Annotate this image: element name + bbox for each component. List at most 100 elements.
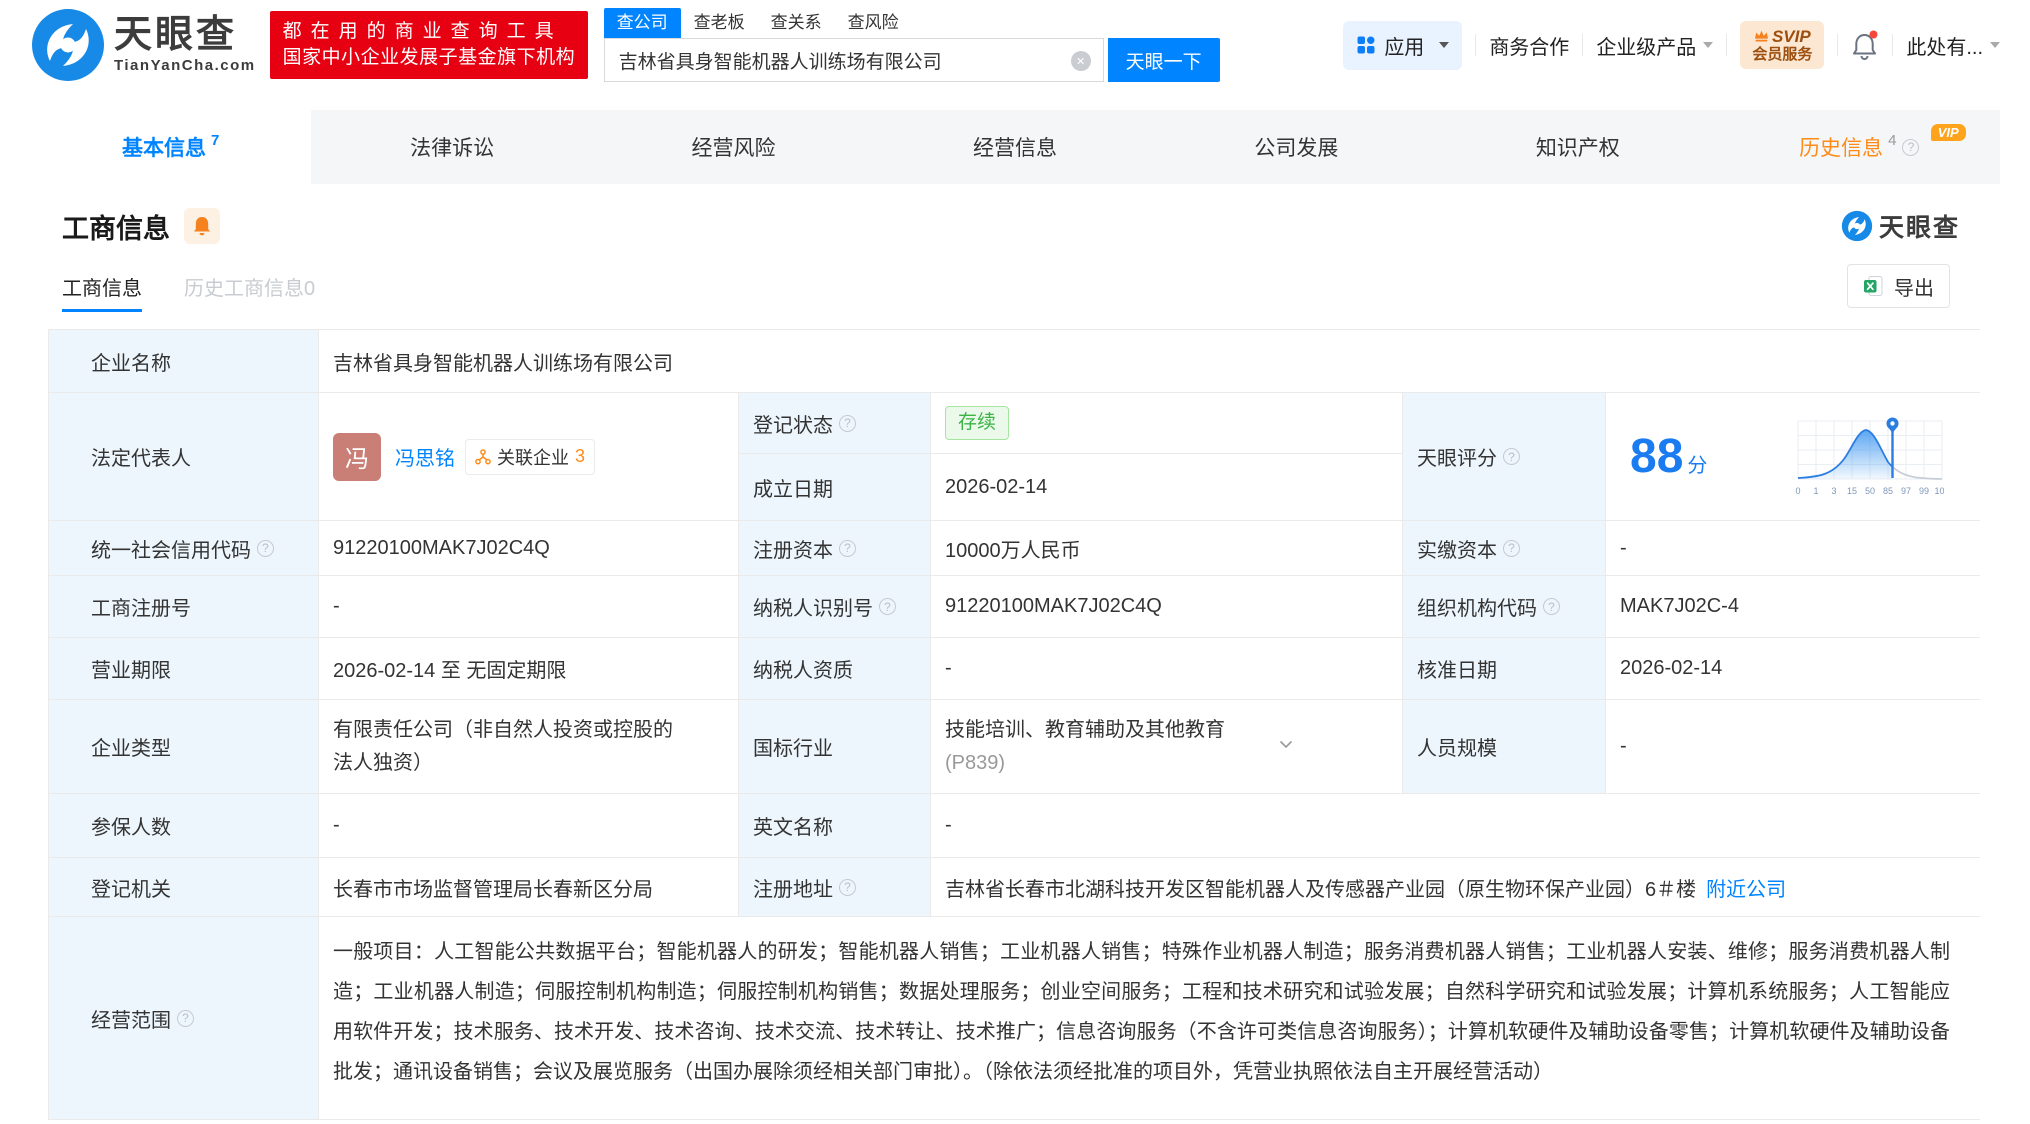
- promo-line2: 国家中小企业发展子基金旗下机构: [282, 47, 576, 68]
- company-page-tabs: 基本信息 7 法律诉讼 经营风险 经营信息 公司发展 知识产权 VIP 历史信息…: [30, 110, 2000, 184]
- subtabs-row: 工商信息 历史工商信息0 导出: [62, 264, 2000, 312]
- help-icon[interactable]: ?: [839, 539, 856, 557]
- value-registered-capital: 10000万人民币: [931, 521, 1403, 576]
- tianyancha-watermark: 天眼查: [1841, 208, 1960, 244]
- tab-label: 知识产权: [1535, 137, 1620, 160]
- label-staff-size: 人员规模: [1403, 700, 1606, 794]
- tab-label: 基本信息: [122, 137, 207, 160]
- label-business-scope: 经营范围 ?: [49, 917, 319, 1120]
- value-tianyan-score: 88 分 0 1 3 15 50 85 97 99 10: [1606, 393, 1980, 521]
- promo-banner: 都在用的商业查询工具 国家中小企业发展子基金旗下机构: [269, 11, 588, 79]
- score-number: 88: [1630, 429, 1684, 483]
- brand-domain: TianYanCha.com: [114, 57, 256, 74]
- label-english-name: 英文名称: [739, 794, 931, 858]
- tab-count: 4: [1888, 131, 1897, 149]
- search-tab-relation[interactable]: 查关系: [758, 8, 835, 38]
- business-info-table: 企业名称 吉林省具身智能机器人训练场有限公司 法定代表人 冯 冯思铭 关联企业 …: [48, 329, 1980, 1120]
- tab-label: 经营风险: [691, 137, 776, 160]
- help-icon[interactable]: ?: [1543, 598, 1560, 615]
- help-icon[interactable]: ?: [879, 598, 896, 615]
- tab-label: 法律诉讼: [410, 137, 495, 160]
- label-registration-authority: 登记机关: [49, 858, 319, 917]
- value-establishment-date: 2026-02-14: [931, 454, 1403, 521]
- user-menu[interactable]: 此处有...: [1906, 31, 2000, 60]
- apps-menu[interactable]: 应用: [1343, 20, 1463, 70]
- nearby-companies-link[interactable]: 附近公司: [1706, 873, 1786, 902]
- tab-count: 7: [211, 131, 220, 149]
- label-organization-code: 组织机构代码 ?: [1403, 576, 1606, 638]
- chevron-down-icon: [1703, 42, 1714, 48]
- svip-member-badge[interactable]: SVIP 会员服务: [1740, 20, 1825, 70]
- watermark-text: 天眼查: [1878, 214, 1960, 242]
- help-icon[interactable]: ?: [1503, 448, 1520, 465]
- label-text: 天眼评分: [1417, 448, 1497, 470]
- export-button[interactable]: 导出: [1847, 264, 1950, 308]
- value-taxpayer-quality: -: [931, 638, 1403, 700]
- label-text: 组织机构代码: [1417, 598, 1537, 620]
- label-text: 注册资本: [753, 539, 833, 562]
- label-tianyan-score: 天眼评分 ?: [1403, 393, 1606, 521]
- value-legal-representative: 冯 冯思铭 关联企业 3: [319, 393, 739, 521]
- promo-line1: 都在用的商业查询工具: [282, 21, 563, 42]
- tab-label: 公司发展: [1254, 137, 1339, 160]
- tab-basic-info[interactable]: 基本信息 7: [30, 110, 312, 184]
- search-button[interactable]: 天眼一下: [1107, 38, 1220, 82]
- label-credit-code: 统一社会信用代码 ?: [49, 521, 319, 576]
- search-input[interactable]: [604, 39, 1103, 81]
- help-icon[interactable]: ?: [177, 1009, 194, 1027]
- member-service-label: 会员服务: [1752, 46, 1813, 64]
- help-icon[interactable]: ?: [839, 414, 856, 432]
- tab-company-development[interactable]: 公司发展: [1156, 110, 1437, 184]
- search-tab-boss[interactable]: 查老板: [681, 8, 758, 38]
- help-icon[interactable]: ?: [1902, 138, 1920, 156]
- legal-rep-name-link[interactable]: 冯思铭: [395, 442, 455, 471]
- score-distribution-chart: 0 1 3 15 50 85 97 99 100: [1795, 417, 1944, 496]
- notification-bell[interactable]: [1851, 30, 1879, 60]
- apps-label: 应用: [1384, 36, 1425, 59]
- tianyancha-swirl-icon: [32, 9, 104, 81]
- label-establishment-date: 成立日期: [739, 454, 931, 521]
- svg-text:99: 99: [1919, 486, 1929, 496]
- notification-dot: [1869, 30, 1878, 39]
- user-name: 此处有...: [1906, 36, 1983, 59]
- label-taxpayer-id: 纳税人识别号 ?: [739, 576, 931, 638]
- legal-rep-avatar[interactable]: 冯: [333, 432, 381, 481]
- company-type-text: 有限责任公司（非自然人投资或控股的法人独资）: [333, 718, 673, 774]
- svg-text:1: 1: [1813, 486, 1818, 496]
- business-cooperation-link[interactable]: 商务合作: [1489, 31, 1569, 60]
- related-companies-count: 3: [575, 446, 586, 466]
- help-icon[interactable]: ?: [257, 539, 274, 557]
- subscribe-bell-button[interactable]: [184, 208, 220, 244]
- apps-grid-icon: [1357, 36, 1375, 54]
- tab-legal-proceedings[interactable]: 法律诉讼: [311, 110, 592, 184]
- label-taxpayer-quality: 纳税人资质: [739, 638, 931, 700]
- search-tab-risk[interactable]: 查风险: [835, 8, 912, 38]
- crown-icon: [1754, 31, 1768, 42]
- enterprise-product-label: 企业级产品: [1596, 36, 1697, 59]
- section-head: 工商信息 天眼查: [62, 206, 2000, 246]
- help-icon[interactable]: ?: [1503, 539, 1520, 557]
- tab-history-info[interactable]: VIP 历史信息 4 ?: [1719, 110, 2000, 184]
- label-legal-representative: 法定代表人: [49, 393, 319, 521]
- tianyancha-swirl-icon: [1841, 210, 1873, 242]
- value-business-term: 2026-02-14 至 无固定期限: [319, 638, 739, 700]
- excel-icon: [1864, 276, 1883, 296]
- clear-search-icon[interactable]: ✕: [1070, 51, 1091, 71]
- help-icon[interactable]: ?: [839, 878, 856, 896]
- enterprise-product-link[interactable]: 企业级产品: [1596, 31, 1714, 60]
- svg-text:3: 3: [1831, 486, 1836, 496]
- svg-text:50: 50: [1865, 486, 1875, 496]
- tianyancha-logo[interactable]: 天眼查 TianYanCha.com: [30, 7, 256, 83]
- tab-intellectual-property[interactable]: 知识产权: [1437, 110, 1718, 184]
- label-company-name: 企业名称: [49, 330, 319, 393]
- subtab-business-registration[interactable]: 工商信息: [62, 272, 142, 312]
- chevron-down-icon[interactable]: [1279, 740, 1293, 749]
- label-text: 实缴资本: [1417, 539, 1497, 562]
- related-companies-badge[interactable]: 关联企业 3: [465, 438, 596, 475]
- subtab-history-registration[interactable]: 历史工商信息0: [184, 272, 315, 301]
- tab-business-info[interactable]: 经营信息: [874, 110, 1155, 184]
- search-input-wrap: ✕: [603, 38, 1104, 82]
- search-tab-company[interactable]: 查公司: [603, 8, 681, 38]
- tab-operational-risk[interactable]: 经营风险: [593, 110, 874, 184]
- label-registered-capital: 注册资本 ?: [739, 521, 931, 576]
